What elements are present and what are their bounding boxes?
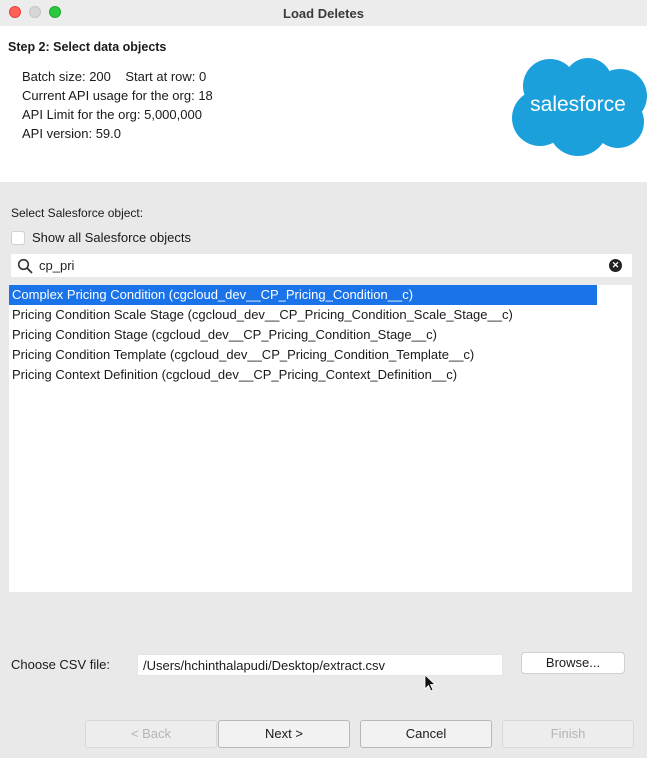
mouse-pointer-icon (424, 674, 436, 692)
csv-path-field[interactable] (137, 654, 503, 676)
title-bar: Load Deletes (0, 0, 647, 26)
finish-button[interactable]: Finish (502, 720, 634, 748)
cancel-button[interactable]: Cancel (360, 720, 492, 748)
api-version: API version: 59.0 (22, 126, 121, 141)
window-controls (9, 6, 61, 18)
window-title: Load Deletes (283, 5, 364, 21)
search-icon (17, 258, 33, 273)
api-limit: API Limit for the org: 5,000,000 (22, 107, 202, 122)
list-item[interactable]: Complex Pricing Condition (cgcloud_dev__… (9, 285, 597, 305)
show-all-checkbox[interactable] (11, 230, 25, 245)
minimize-window-button[interactable] (29, 6, 41, 18)
back-button[interactable]: < Back (85, 720, 217, 748)
api-usage: Current API usage for the org: 18 (22, 88, 213, 103)
show-all-label: Show all Salesforce objects (32, 230, 191, 245)
select-object-label: Select Salesforce object: (11, 206, 144, 220)
search-box: ✕ (11, 254, 632, 277)
clear-search-icon[interactable]: ✕ (609, 259, 622, 272)
csv-file-label: Choose CSV file: (11, 657, 110, 672)
maximize-window-button[interactable] (49, 6, 61, 18)
step-title: Step 2: Select data objects (8, 40, 167, 54)
batch-info: Batch size: 200 Start at row: 0 (22, 69, 207, 84)
search-input[interactable] (39, 258, 599, 273)
list-item[interactable]: Pricing Condition Scale Stage (cgcloud_d… (9, 305, 632, 325)
list-item[interactable]: Pricing Context Definition (cgcloud_dev_… (9, 365, 632, 385)
browse-button[interactable]: Browse... (521, 652, 625, 674)
list-item[interactable]: Pricing Condition Stage (cgcloud_dev__CP… (9, 325, 632, 345)
close-window-button[interactable] (9, 6, 21, 18)
logo-text: salesforce (530, 93, 626, 116)
object-list[interactable]: Complex Pricing Condition (cgcloud_dev__… (9, 285, 632, 592)
org-info: Batch size: 200 Start at row: 0 Current … (22, 67, 213, 143)
next-button[interactable]: Next > (218, 720, 350, 748)
show-all-objects-option[interactable]: Show all Salesforce objects (11, 230, 191, 245)
list-item[interactable]: Pricing Condition Template (cgcloud_dev_… (9, 345, 632, 365)
salesforce-logo: salesforce (512, 58, 647, 156)
